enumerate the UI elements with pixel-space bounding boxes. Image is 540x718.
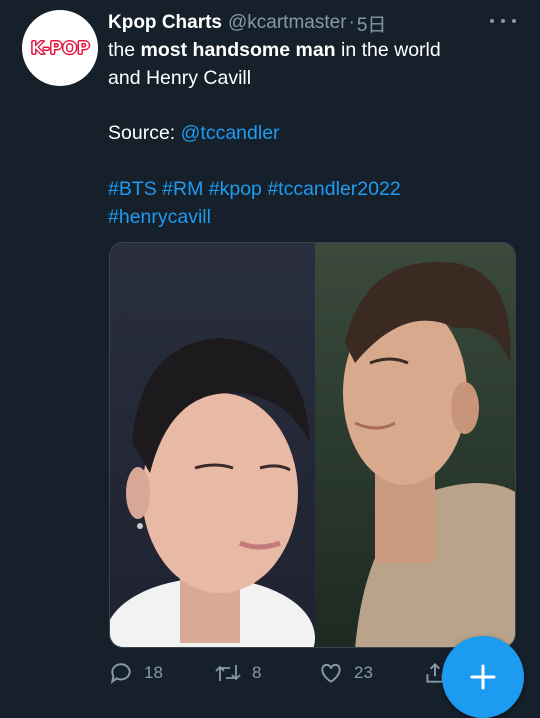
tweet-header: Kpop Charts @kcartmaster · 5日 bbox=[108, 10, 386, 36]
tweet-text: the bbox=[108, 39, 141, 61]
media-image[interactable] bbox=[109, 242, 516, 648]
portrait-right-illustration bbox=[343, 262, 515, 647]
source-mention-link[interactable]: @tccandler bbox=[181, 122, 280, 144]
like-button[interactable]: 23 bbox=[318, 660, 373, 686]
portrait-left-illustration bbox=[110, 338, 315, 647]
display-name[interactable]: Kpop Charts bbox=[108, 12, 222, 34]
reply-icon bbox=[110, 663, 131, 684]
hashtags-line-1[interactable]: #BTS #RM #kpop #tccandler2022 bbox=[108, 176, 401, 202]
more-icon-dot bbox=[512, 19, 516, 23]
retweet-count: 8 bbox=[252, 663, 262, 682]
photo-left bbox=[110, 243, 315, 647]
reply-count: 18 bbox=[144, 663, 163, 682]
source-line: Source: @tccandler bbox=[108, 120, 280, 146]
tweet-text-line-2: and Henry Cavill bbox=[108, 67, 252, 89]
timestamp[interactable]: 5日 bbox=[357, 10, 387, 37]
tweet[interactable]: K-POP Kpop Charts @kcartmaster · 5日 the … bbox=[0, 0, 540, 718]
tweet-text: in the world bbox=[335, 39, 441, 61]
source-label: Source: bbox=[108, 122, 181, 144]
avatar[interactable]: K-POP bbox=[22, 10, 98, 86]
photo-right bbox=[315, 243, 515, 647]
reply-button[interactable]: 18 bbox=[108, 660, 163, 686]
separator-dot: · bbox=[348, 12, 355, 33]
tweet-text-line-1: the most handsome man in the world bbox=[108, 37, 441, 63]
tweet-text-bold: most handsome man bbox=[140, 39, 336, 61]
more-options-button[interactable] bbox=[490, 13, 516, 29]
retweet-button[interactable]: 8 bbox=[214, 660, 261, 686]
user-handle[interactable]: @kcartmaster bbox=[228, 12, 347, 34]
compose-plus-icon bbox=[470, 664, 496, 690]
hashtags-line-2[interactable]: #henrycavill bbox=[108, 204, 211, 230]
more-icon bbox=[490, 19, 494, 23]
more-icon-dot bbox=[501, 19, 505, 23]
retweet-icon bbox=[215, 665, 241, 681]
avatar-logo-text: K-POP bbox=[30, 37, 91, 59]
like-icon bbox=[321, 663, 341, 683]
like-count: 23 bbox=[354, 663, 373, 682]
